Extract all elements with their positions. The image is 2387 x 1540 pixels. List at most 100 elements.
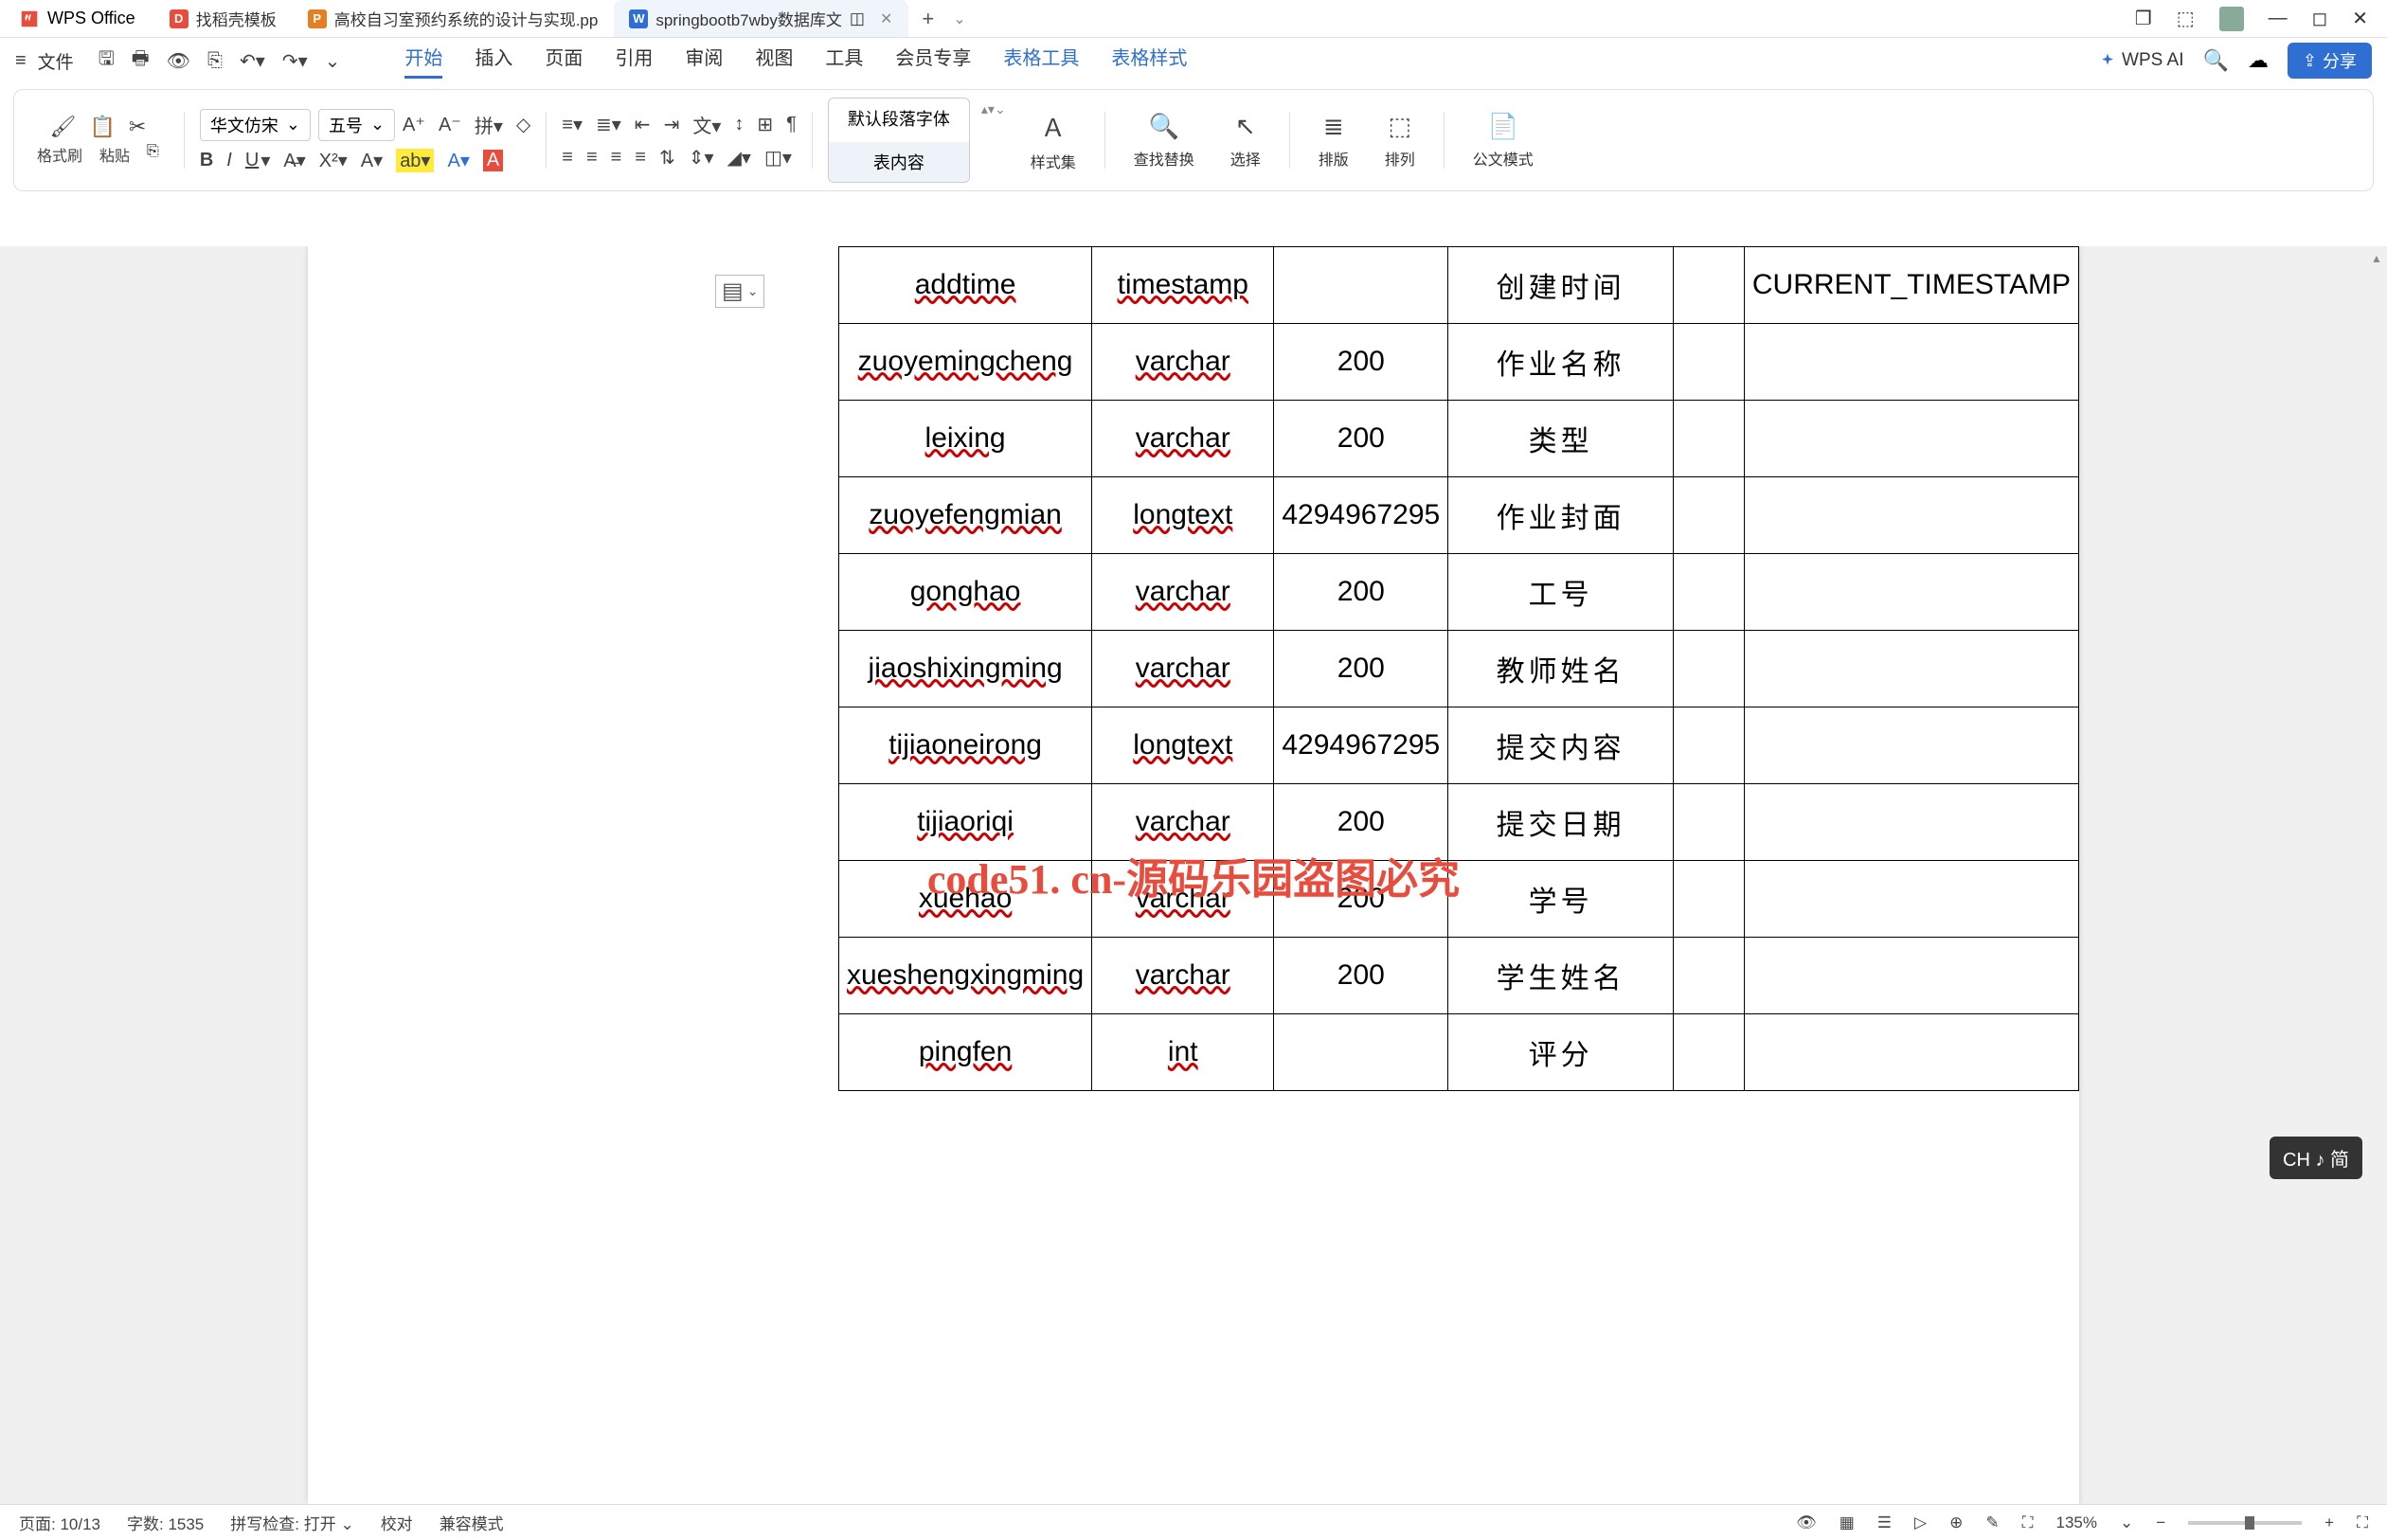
align-left-button[interactable]: ≡ (562, 147, 573, 169)
tab-view[interactable]: 视图 (755, 43, 793, 79)
table-cell-c5[interactable] (1673, 401, 1744, 477)
tab-insert[interactable]: 插入 (475, 43, 512, 79)
close-icon[interactable]: ✕ (880, 9, 892, 28)
table-cell-c3[interactable]: 200 (1274, 324, 1448, 401)
table-cell-c1[interactable]: leixing (839, 401, 1092, 477)
align-justify-button[interactable]: ≡ (635, 147, 646, 169)
table-cell-c1[interactable]: gonghao (839, 554, 1092, 631)
file-menu[interactable]: 文件 (38, 48, 74, 74)
format-brush-icon[interactable]: 🖌 (50, 115, 77, 139)
document-page[interactable]: ▤ ⌄ addtimetimestamp创建时间CURRENT_TIMESTAM… (308, 246, 2079, 1504)
eye-icon[interactable]: 👁 (1796, 1513, 1817, 1532)
table-row[interactable]: gonghaovarchar200工号 (839, 554, 2079, 631)
clear-format-icon[interactable]: ◇ (516, 113, 530, 136)
page-indicator[interactable]: 页面: 10/13 (19, 1511, 100, 1534)
zoom-chevron[interactable]: ⌄ (2120, 1513, 2133, 1532)
word-count[interactable]: 字数: 1535 (127, 1511, 204, 1534)
table-cell-c1[interactable]: jiaoshixingming (839, 631, 1092, 707)
text-direction-button[interactable]: 文▾ (692, 111, 721, 138)
outline-control[interactable]: ▤ ⌄ (715, 275, 764, 308)
table-cell-c2[interactable]: varchar (1092, 861, 1274, 938)
view-page-icon[interactable]: ▦ (1840, 1513, 1855, 1532)
table-cell-c6[interactable] (1744, 324, 2078, 401)
table-cell-c3[interactable]: 200 (1274, 401, 1448, 477)
table-cell-c3[interactable]: 200 (1274, 784, 1448, 861)
tab-start[interactable]: 开始 (404, 43, 442, 79)
table-cell-c2[interactable]: timestamp (1092, 247, 1274, 324)
align-distribute-button[interactable]: ⊞ (757, 113, 773, 136)
table-cell-c2[interactable]: varchar (1092, 938, 1274, 1014)
shading-button[interactable]: ◢▾ (727, 146, 751, 170)
edit-icon[interactable]: ✎ (1985, 1513, 1999, 1532)
table-cell-c1[interactable]: pingfen (839, 1014, 1092, 1091)
table-row[interactable]: pingfenint评分 (839, 1014, 2079, 1091)
table-cell-c6[interactable]: CURRENT_TIMESTAMP (1744, 247, 2078, 324)
tab-member[interactable]: 会员专享 (895, 43, 971, 79)
fit-icon[interactable]: ⛶ (2022, 1513, 2034, 1532)
table-cell-c6[interactable] (1744, 477, 2078, 554)
tab-reference[interactable]: 引用 (615, 43, 653, 79)
minimize-icon[interactable]: — (2269, 8, 2288, 29)
table-cell-c3[interactable]: 4294967295 (1274, 707, 1448, 784)
zoom-in-button[interactable]: + (2324, 1513, 2334, 1532)
table-cell-c1[interactable]: xueshengxingming (839, 938, 1092, 1014)
view-outline-icon[interactable]: ☰ (1877, 1513, 1892, 1532)
table-row[interactable]: tijiaoriqivarchar200提交日期 (839, 784, 2079, 861)
table-cell-c2[interactable]: varchar (1092, 631, 1274, 707)
tab-template[interactable]: D 找稻壳模板 (154, 0, 293, 37)
table-cell-c6[interactable] (1744, 861, 2078, 938)
table-row[interactable]: addtimetimestamp创建时间CURRENT_TIMESTAMP (839, 247, 2079, 324)
align-right-button[interactable]: ≡ (611, 147, 622, 169)
spell-check-status[interactable]: 拼写检查: 打开 ⌄ (230, 1511, 353, 1534)
align-center-button[interactable]: ≡ (586, 147, 598, 169)
styleset-button[interactable]: Ａ 样式集 (1017, 109, 1089, 172)
zoom-level[interactable]: 135% (2055, 1513, 2096, 1532)
table-cell-c3[interactable]: 200 (1274, 938, 1448, 1014)
zoom-slider[interactable] (2188, 1521, 2302, 1525)
table-cell-c5[interactable] (1673, 247, 1744, 324)
tab-tools[interactable]: 工具 (825, 43, 863, 79)
cloud-icon[interactable]: ☁ (2248, 48, 2269, 73)
table-cell-c6[interactable] (1744, 938, 2078, 1014)
select-button[interactable]: ↖ 选择 (1217, 112, 1274, 170)
wps-ai-button[interactable]: WPS AI (2099, 50, 2183, 71)
table-cell-c5[interactable] (1673, 784, 1744, 861)
paste-icon[interactable]: 📋 (89, 115, 115, 139)
style-table-content[interactable]: 表内容 (829, 142, 969, 182)
table-cell-c5[interactable] (1673, 707, 1744, 784)
tab-table-tools[interactable]: 表格工具 (1003, 43, 1079, 79)
preview-icon[interactable]: 👁 (167, 49, 190, 73)
style-presets[interactable]: 默认段落字体 表内容 (828, 98, 970, 183)
style-default-para-font[interactable]: 默认段落字体 (829, 98, 969, 138)
official-mode-button[interactable]: 📄 公文模式 (1460, 112, 1547, 170)
tab-menu-chevron[interactable]: ⌄ (953, 9, 965, 28)
table-cell-c2[interactable]: longtext (1092, 477, 1274, 554)
compat-mode[interactable]: 兼容模式 (440, 1511, 504, 1534)
paste-label[interactable]: 粘贴 (99, 143, 130, 166)
table-cell-c6[interactable] (1744, 631, 2078, 707)
table-cell-c5[interactable] (1673, 554, 1744, 631)
tab-table-style[interactable]: 表格样式 (1111, 43, 1187, 79)
table-cell-c2[interactable]: varchar (1092, 554, 1274, 631)
sort-button[interactable]: ↕ (734, 114, 744, 135)
char-shading-button[interactable]: A (483, 150, 503, 171)
vertical-scrollbar[interactable]: ▲ (2370, 252, 2383, 1498)
table-cell-c4[interactable]: 创建时间 (1448, 247, 1674, 324)
table-cell-c2[interactable]: int (1092, 1014, 1274, 1091)
share-button[interactable]: ⇪ 分享 (2288, 43, 2372, 79)
table-row[interactable]: zuoyemingchengvarchar200作业名称 (839, 324, 2079, 401)
grow-font-icon[interactable]: A⁺ (403, 113, 425, 136)
table-cell-c5[interactable] (1673, 324, 1744, 401)
table-cell-c1[interactable]: xuehao (839, 861, 1092, 938)
proofread-status[interactable]: 校对 (381, 1511, 413, 1534)
table-cell-c1[interactable]: tijiaoriqi (839, 784, 1092, 861)
table-cell-c2[interactable]: varchar (1092, 401, 1274, 477)
table-cell-c3[interactable]: 200 (1274, 861, 1448, 938)
view-web-icon[interactable]: ⊕ (1949, 1513, 1963, 1532)
view-read-icon[interactable]: ▷ (1914, 1513, 1927, 1532)
table-cell-c5[interactable] (1673, 477, 1744, 554)
table-row[interactable]: jiaoshixingmingvarchar200教师姓名 (839, 631, 2079, 707)
outdent-button[interactable]: ⇤ (635, 113, 651, 136)
tab-page[interactable]: 页面 (545, 43, 583, 79)
arrange-button[interactable]: ⬚ 排列 (1372, 112, 1428, 170)
